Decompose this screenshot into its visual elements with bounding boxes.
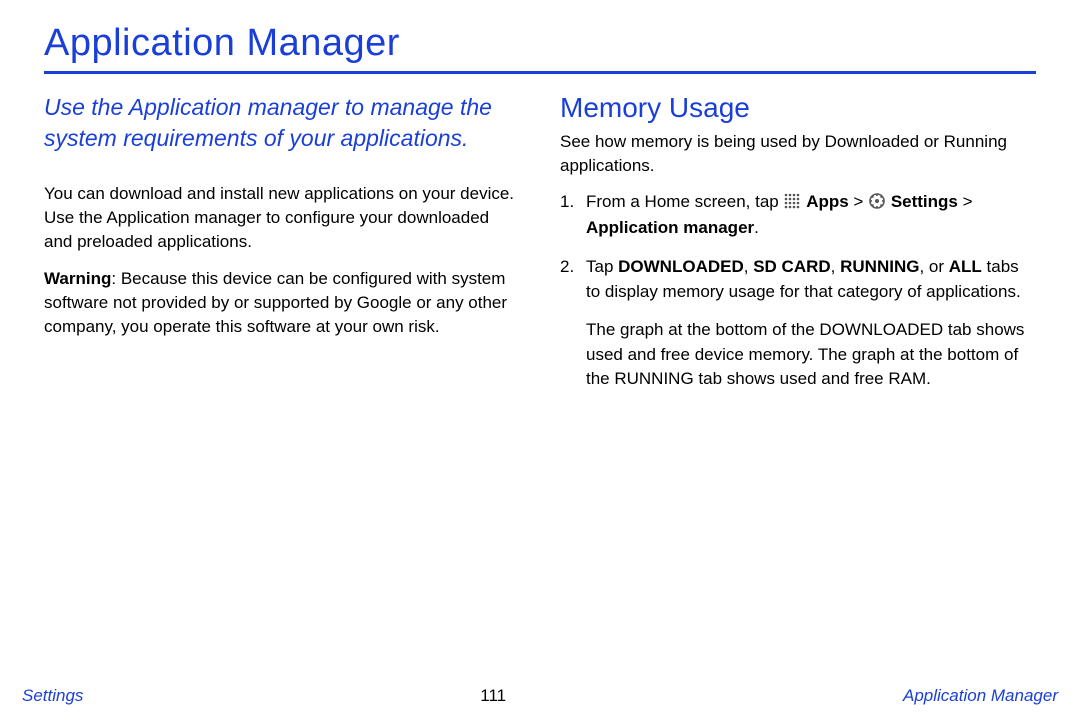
warning-text: : Because this device can be configured …: [44, 269, 507, 336]
step-2-continuation: The graph at the bottom of the DOWNLOADE…: [586, 318, 1036, 392]
step-body: Tap DOWNLOADED, SD CARD, RUNNING, or ALL…: [586, 255, 1036, 392]
memory-usage-intro: See how memory is being used by Download…: [560, 130, 1036, 178]
memory-usage-heading: Memory Usage: [560, 92, 1036, 124]
footer-left: Settings: [22, 686, 83, 706]
c1: ,: [744, 257, 753, 276]
step-1: 1. From a Home screen, tap: [560, 190, 1036, 241]
step-body: From a Home screen, tap: [586, 190, 1036, 241]
right-column: Memory Usage See how memory is being use…: [560, 92, 1036, 406]
s1-end: .: [754, 218, 759, 237]
steps-list: 1. From a Home screen, tap: [560, 190, 1036, 392]
c2: ,: [831, 257, 840, 276]
title-rule: [44, 71, 1036, 74]
all-label: ALL: [949, 257, 982, 276]
apps-label: Apps: [806, 192, 849, 211]
gt1: >: [849, 192, 868, 211]
page-footer: Settings 111 Application Manager: [0, 686, 1080, 706]
footer-page-number: 111: [480, 686, 506, 706]
s2a: Tap: [586, 257, 618, 276]
content-columns: Use the Application manager to manage th…: [44, 92, 1036, 406]
settings-label: Settings: [891, 192, 958, 211]
apps-grid-icon: [784, 192, 800, 217]
lead-text: Use the Application manager to manage th…: [44, 92, 520, 154]
step-2: 2. Tap DOWNLOADED, SD CARD, RUNNING, or …: [560, 255, 1036, 392]
c3: , or: [919, 257, 948, 276]
appmgr-label: Application manager: [586, 218, 754, 237]
step-number: 1.: [560, 190, 586, 241]
running-label: RUNNING: [840, 257, 919, 276]
intro-paragraph: You can download and install new applica…: [44, 182, 520, 253]
sdcard-label: SD CARD: [753, 257, 830, 276]
warning-paragraph: Warning: Because this device can be conf…: [44, 267, 520, 338]
downloaded-label: DOWNLOADED: [618, 257, 744, 276]
page-title: Application Manager: [44, 22, 1036, 71]
settings-gear-icon: [869, 192, 885, 217]
warning-label: Warning: [44, 269, 111, 288]
step-number: 2.: [560, 255, 586, 392]
step-text: From a Home screen, tap: [586, 192, 783, 211]
gt2: >: [958, 192, 973, 211]
left-column: Use the Application manager to manage th…: [44, 92, 520, 406]
footer-right: Application Manager: [903, 686, 1058, 706]
